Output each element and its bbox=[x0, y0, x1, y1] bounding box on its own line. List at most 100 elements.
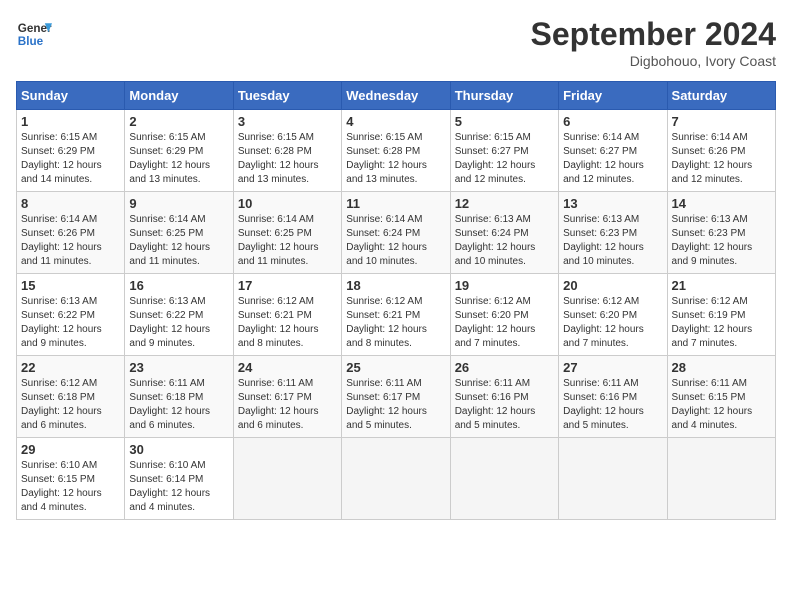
day-info: Sunrise: 6:11 AMSunset: 6:15 PMDaylight:… bbox=[672, 377, 771, 433]
day-number: 23 bbox=[129, 360, 228, 375]
day-info: Sunrise: 6:14 AMSunset: 6:25 PMDaylight:… bbox=[129, 213, 228, 269]
day-number: 15 bbox=[21, 278, 120, 293]
calendar-cell bbox=[342, 438, 450, 520]
calendar-cell: 16 Sunrise: 6:13 AMSunset: 6:22 PMDaylig… bbox=[125, 274, 233, 356]
day-info: Sunrise: 6:12 AMSunset: 6:21 PMDaylight:… bbox=[238, 295, 337, 351]
day-number: 18 bbox=[346, 278, 445, 293]
day-number: 27 bbox=[563, 360, 662, 375]
day-number: 30 bbox=[129, 442, 228, 457]
day-of-week-header: Monday bbox=[125, 82, 233, 110]
day-info: Sunrise: 6:13 AMSunset: 6:24 PMDaylight:… bbox=[455, 213, 554, 269]
calendar-cell: 20 Sunrise: 6:12 AMSunset: 6:20 PMDaylig… bbox=[559, 274, 667, 356]
calendar-cell: 8 Sunrise: 6:14 AMSunset: 6:26 PMDayligh… bbox=[17, 192, 125, 274]
day-info: Sunrise: 6:14 AMSunset: 6:25 PMDaylight:… bbox=[238, 213, 337, 269]
calendar-week-row: 22 Sunrise: 6:12 AMSunset: 6:18 PMDaylig… bbox=[17, 356, 776, 438]
day-info: Sunrise: 6:13 AMSunset: 6:22 PMDaylight:… bbox=[129, 295, 228, 351]
day-number: 6 bbox=[563, 114, 662, 129]
day-info: Sunrise: 6:15 AMSunset: 6:29 PMDaylight:… bbox=[129, 131, 228, 187]
calendar-cell: 1 Sunrise: 6:15 AMSunset: 6:29 PMDayligh… bbox=[17, 110, 125, 192]
day-info: Sunrise: 6:12 AMSunset: 6:21 PMDaylight:… bbox=[346, 295, 445, 351]
day-number: 11 bbox=[346, 196, 445, 211]
day-number: 20 bbox=[563, 278, 662, 293]
calendar-table: SundayMondayTuesdayWednesdayThursdayFrid… bbox=[16, 81, 776, 520]
logo: General Blue bbox=[16, 16, 52, 52]
calendar-week-row: 8 Sunrise: 6:14 AMSunset: 6:26 PMDayligh… bbox=[17, 192, 776, 274]
calendar-cell: 10 Sunrise: 6:14 AMSunset: 6:25 PMDaylig… bbox=[233, 192, 341, 274]
day-info: Sunrise: 6:10 AMSunset: 6:14 PMDaylight:… bbox=[129, 459, 228, 515]
day-info: Sunrise: 6:11 AMSunset: 6:17 PMDaylight:… bbox=[346, 377, 445, 433]
day-number: 26 bbox=[455, 360, 554, 375]
day-of-week-header: Friday bbox=[559, 82, 667, 110]
calendar-cell: 11 Sunrise: 6:14 AMSunset: 6:24 PMDaylig… bbox=[342, 192, 450, 274]
calendar-cell: 24 Sunrise: 6:11 AMSunset: 6:17 PMDaylig… bbox=[233, 356, 341, 438]
calendar-cell: 27 Sunrise: 6:11 AMSunset: 6:16 PMDaylig… bbox=[559, 356, 667, 438]
calendar-week-row: 1 Sunrise: 6:15 AMSunset: 6:29 PMDayligh… bbox=[17, 110, 776, 192]
day-info: Sunrise: 6:12 AMSunset: 6:20 PMDaylight:… bbox=[563, 295, 662, 351]
day-number: 10 bbox=[238, 196, 337, 211]
day-number: 2 bbox=[129, 114, 228, 129]
calendar-cell: 23 Sunrise: 6:11 AMSunset: 6:18 PMDaylig… bbox=[125, 356, 233, 438]
calendar-cell bbox=[450, 438, 558, 520]
calendar-header-row: SundayMondayTuesdayWednesdayThursdayFrid… bbox=[17, 82, 776, 110]
calendar-cell: 19 Sunrise: 6:12 AMSunset: 6:20 PMDaylig… bbox=[450, 274, 558, 356]
day-number: 16 bbox=[129, 278, 228, 293]
day-number: 9 bbox=[129, 196, 228, 211]
calendar-cell: 6 Sunrise: 6:14 AMSunset: 6:27 PMDayligh… bbox=[559, 110, 667, 192]
day-info: Sunrise: 6:11 AMSunset: 6:16 PMDaylight:… bbox=[455, 377, 554, 433]
calendar-cell: 17 Sunrise: 6:12 AMSunset: 6:21 PMDaylig… bbox=[233, 274, 341, 356]
day-number: 29 bbox=[21, 442, 120, 457]
calendar-cell: 14 Sunrise: 6:13 AMSunset: 6:23 PMDaylig… bbox=[667, 192, 775, 274]
day-number: 24 bbox=[238, 360, 337, 375]
day-info: Sunrise: 6:13 AMSunset: 6:23 PMDaylight:… bbox=[672, 213, 771, 269]
day-of-week-header: Wednesday bbox=[342, 82, 450, 110]
day-number: 19 bbox=[455, 278, 554, 293]
calendar-cell: 5 Sunrise: 6:15 AMSunset: 6:27 PMDayligh… bbox=[450, 110, 558, 192]
calendar-cell: 3 Sunrise: 6:15 AMSunset: 6:28 PMDayligh… bbox=[233, 110, 341, 192]
calendar-cell: 22 Sunrise: 6:12 AMSunset: 6:18 PMDaylig… bbox=[17, 356, 125, 438]
calendar-cell: 9 Sunrise: 6:14 AMSunset: 6:25 PMDayligh… bbox=[125, 192, 233, 274]
calendar-week-row: 29 Sunrise: 6:10 AMSunset: 6:15 PMDaylig… bbox=[17, 438, 776, 520]
day-number: 21 bbox=[672, 278, 771, 293]
month-title: September 2024 bbox=[531, 16, 776, 53]
day-of-week-header: Tuesday bbox=[233, 82, 341, 110]
day-number: 1 bbox=[21, 114, 120, 129]
day-of-week-header: Sunday bbox=[17, 82, 125, 110]
calendar-cell: 25 Sunrise: 6:11 AMSunset: 6:17 PMDaylig… bbox=[342, 356, 450, 438]
calendar-cell: 30 Sunrise: 6:10 AMSunset: 6:14 PMDaylig… bbox=[125, 438, 233, 520]
calendar-cell: 13 Sunrise: 6:13 AMSunset: 6:23 PMDaylig… bbox=[559, 192, 667, 274]
page-header: General Blue September 2024 Digbohouo, I… bbox=[16, 16, 776, 69]
day-number: 28 bbox=[672, 360, 771, 375]
day-info: Sunrise: 6:10 AMSunset: 6:15 PMDaylight:… bbox=[21, 459, 120, 515]
day-info: Sunrise: 6:15 AMSunset: 6:27 PMDaylight:… bbox=[455, 131, 554, 187]
calendar-cell bbox=[233, 438, 341, 520]
calendar-cell bbox=[559, 438, 667, 520]
day-of-week-header: Saturday bbox=[667, 82, 775, 110]
logo-icon: General Blue bbox=[16, 16, 52, 52]
day-number: 8 bbox=[21, 196, 120, 211]
day-info: Sunrise: 6:13 AMSunset: 6:22 PMDaylight:… bbox=[21, 295, 120, 351]
day-info: Sunrise: 6:15 AMSunset: 6:29 PMDaylight:… bbox=[21, 131, 120, 187]
day-info: Sunrise: 6:14 AMSunset: 6:26 PMDaylight:… bbox=[672, 131, 771, 187]
day-info: Sunrise: 6:11 AMSunset: 6:16 PMDaylight:… bbox=[563, 377, 662, 433]
day-info: Sunrise: 6:14 AMSunset: 6:26 PMDaylight:… bbox=[21, 213, 120, 269]
calendar-cell: 15 Sunrise: 6:13 AMSunset: 6:22 PMDaylig… bbox=[17, 274, 125, 356]
day-number: 14 bbox=[672, 196, 771, 211]
calendar-cell: 21 Sunrise: 6:12 AMSunset: 6:19 PMDaylig… bbox=[667, 274, 775, 356]
title-block: September 2024 Digbohouo, Ivory Coast bbox=[531, 16, 776, 69]
day-number: 12 bbox=[455, 196, 554, 211]
calendar-cell: 7 Sunrise: 6:14 AMSunset: 6:26 PMDayligh… bbox=[667, 110, 775, 192]
day-info: Sunrise: 6:11 AMSunset: 6:18 PMDaylight:… bbox=[129, 377, 228, 433]
day-number: 25 bbox=[346, 360, 445, 375]
calendar-cell: 4 Sunrise: 6:15 AMSunset: 6:28 PMDayligh… bbox=[342, 110, 450, 192]
calendar-cell: 2 Sunrise: 6:15 AMSunset: 6:29 PMDayligh… bbox=[125, 110, 233, 192]
day-info: Sunrise: 6:13 AMSunset: 6:23 PMDaylight:… bbox=[563, 213, 662, 269]
day-number: 13 bbox=[563, 196, 662, 211]
calendar-cell bbox=[667, 438, 775, 520]
day-number: 4 bbox=[346, 114, 445, 129]
day-number: 17 bbox=[238, 278, 337, 293]
day-info: Sunrise: 6:11 AMSunset: 6:17 PMDaylight:… bbox=[238, 377, 337, 433]
calendar-cell: 29 Sunrise: 6:10 AMSunset: 6:15 PMDaylig… bbox=[17, 438, 125, 520]
calendar-cell: 26 Sunrise: 6:11 AMSunset: 6:16 PMDaylig… bbox=[450, 356, 558, 438]
day-info: Sunrise: 6:15 AMSunset: 6:28 PMDaylight:… bbox=[238, 131, 337, 187]
day-info: Sunrise: 6:12 AMSunset: 6:19 PMDaylight:… bbox=[672, 295, 771, 351]
